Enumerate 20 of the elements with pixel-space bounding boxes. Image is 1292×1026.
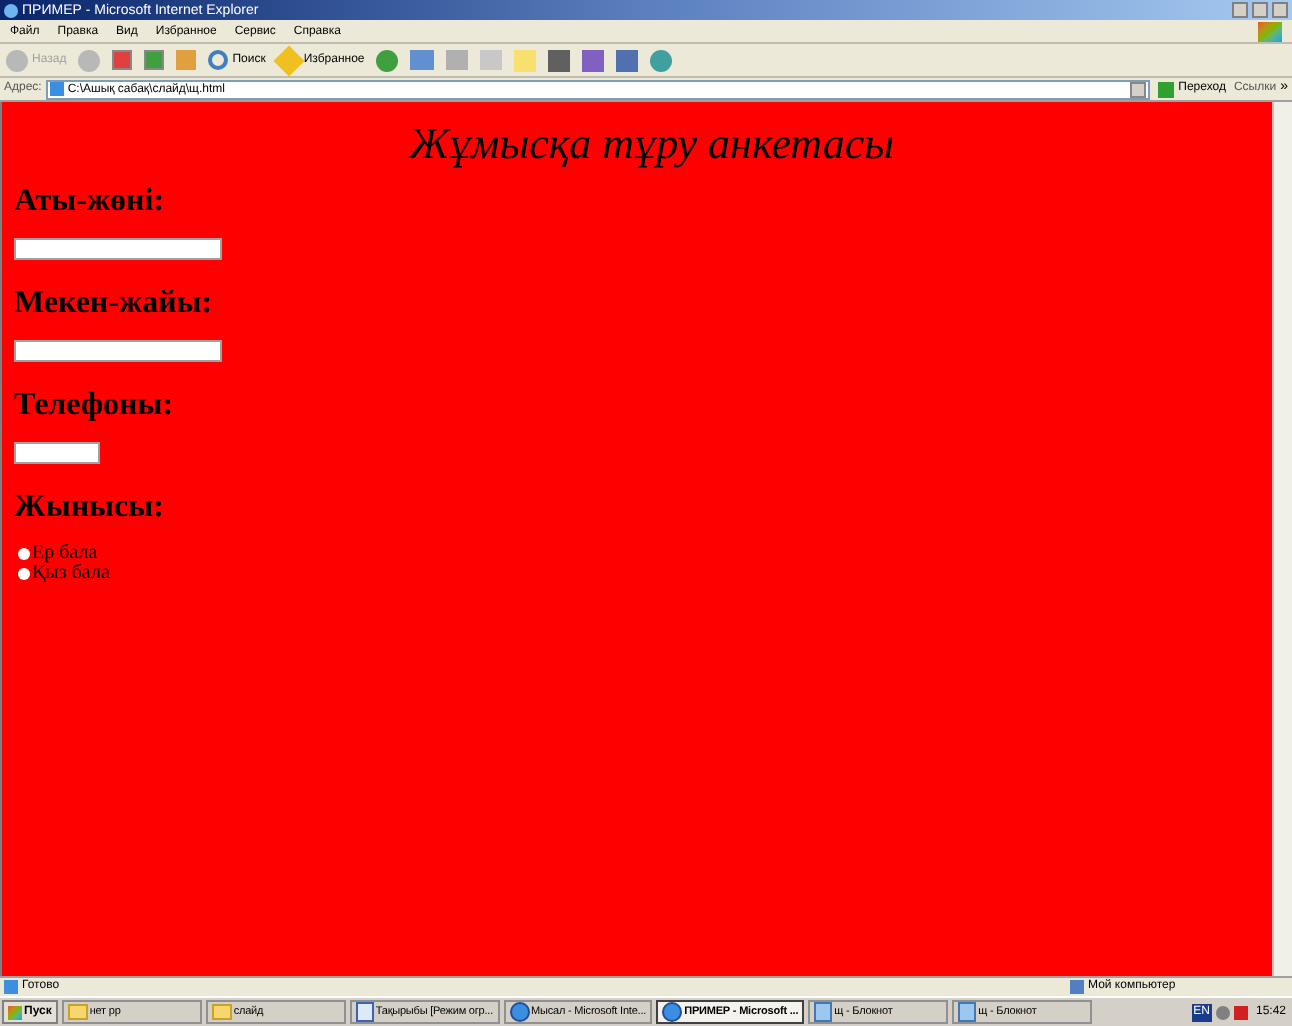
radio-label: Қыз бала: [32, 564, 110, 584]
field-label: Мекен-жайы:: [14, 288, 213, 320]
minimize-button[interactable]: [1232, 2, 1248, 18]
field-label: Телефоны:: [14, 390, 174, 422]
close-button[interactable]: [1272, 2, 1288, 18]
restore-button[interactable]: [1252, 2, 1268, 18]
text-field[interactable]: [14, 442, 100, 464]
radio-button[interactable]: [18, 568, 30, 580]
folder-icon: [67, 1004, 88, 1020]
folder-icon: [211, 1004, 232, 1020]
field-label: Жынысы:: [14, 492, 164, 524]
text-field[interactable]: [14, 238, 222, 260]
field-label: Аты-жөні:: [14, 186, 165, 218]
radio-button[interactable]: [18, 548, 30, 560]
page-title: Жұмысқа тұру анкетасы: [406, 122, 896, 166]
document-icon: [355, 1002, 374, 1022]
notepad-icon: [814, 1002, 833, 1022]
text-field[interactable]: [14, 340, 222, 362]
notepad-icon: [958, 1002, 977, 1022]
radio-label: Ер бала: [32, 544, 98, 564]
